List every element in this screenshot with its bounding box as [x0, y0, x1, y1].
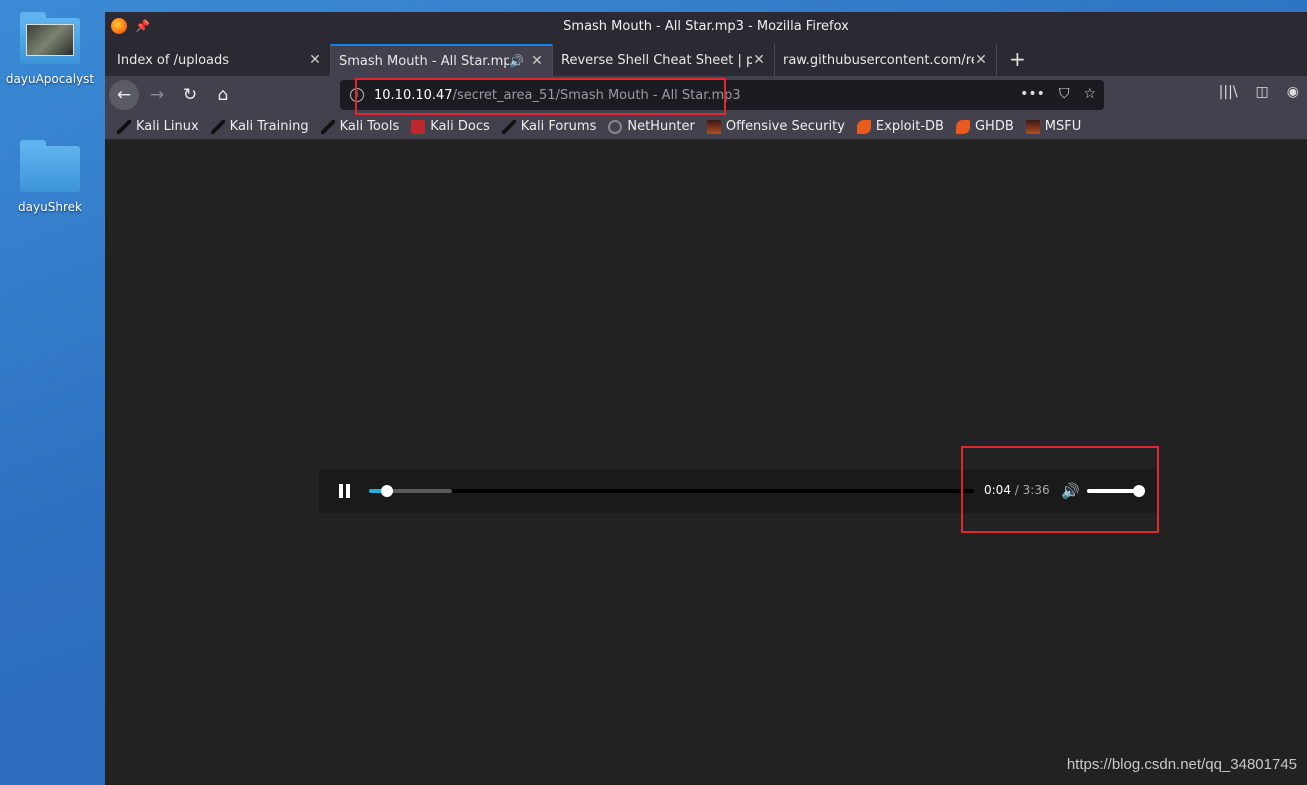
exploitdb-icon — [856, 119, 871, 134]
new-tab-button[interactable]: + — [997, 44, 1038, 76]
page-actions-icon[interactable]: ••• — [1020, 86, 1045, 102]
bookmark-label: Exploit-DB — [875, 119, 944, 134]
reload-button[interactable]: ↻ — [175, 80, 205, 110]
tab-smash-mouth[interactable]: Smash Mouth - All Star.mp3 🔊 ✕ — [331, 44, 553, 76]
tab-label: Smash Mouth - All Star.mp3 — [339, 53, 510, 69]
annotation-box-url — [355, 78, 726, 115]
bookmark-label: NetHunter — [627, 119, 695, 134]
kali-docs-icon — [411, 119, 426, 134]
desktop-icon-dayuapocalyst[interactable]: dayuApocalyst — [0, 12, 100, 86]
bookmark-label: Offensive Security — [725, 119, 845, 134]
account-icon[interactable]: ◉ — [1287, 84, 1299, 100]
offsec-icon — [1025, 119, 1040, 134]
tab-bar: Index of /uploads ✕ Smash Mouth - All St… — [105, 40, 1307, 76]
kali-icon — [117, 119, 131, 134]
bookmark-offensive-security[interactable]: Offensive Security — [706, 119, 845, 134]
folder-icon — [20, 140, 80, 192]
close-icon[interactable]: ✕ — [752, 52, 766, 68]
folder-icon — [20, 12, 80, 64]
bookmark-label: Kali Docs — [430, 119, 490, 134]
forward-button[interactable]: → — [142, 80, 172, 110]
firefox-window: 📌 Smash Mouth - All Star.mp3 - Mozilla F… — [105, 12, 1307, 785]
bookmark-star-icon[interactable]: ☆ — [1083, 86, 1096, 102]
bookmarks-toolbar: Kali Linux Kali Training Kali Tools Kali… — [105, 114, 1307, 140]
offsec-icon — [706, 119, 721, 134]
tab-label: raw.githubusercontent.com/re — [783, 52, 974, 68]
close-icon[interactable]: ✕ — [530, 53, 544, 69]
watermark: https://blog.csdn.net/qq_34801745 — [1066, 756, 1297, 773]
bookmark-kali-linux[interactable]: Kali Linux — [117, 119, 199, 134]
bookmark-ghdb[interactable]: GHDB — [955, 119, 1014, 134]
bookmark-kali-tools[interactable]: Kali Tools — [320, 119, 400, 134]
progress-thumb[interactable] — [380, 485, 393, 497]
tab-label: Reverse Shell Cheat Sheet | pe — [561, 52, 752, 68]
bookmark-label: Kali Training — [229, 119, 309, 134]
window-title: Smash Mouth - All Star.mp3 - Mozilla Fir… — [563, 19, 849, 34]
bookmark-nethunter[interactable]: NetHunter — [608, 119, 695, 134]
bookmark-kali-training[interactable]: Kali Training — [210, 119, 309, 134]
desktop-icon-label: dayuApocalyst — [5, 72, 95, 86]
bookmark-exploit-db[interactable]: Exploit-DB — [856, 119, 944, 134]
speaker-icon[interactable]: 🔊 — [509, 54, 524, 68]
exploitdb-icon — [955, 119, 970, 134]
bookmark-kali-forums[interactable]: Kali Forums — [501, 119, 597, 134]
pause-button[interactable] — [339, 484, 357, 498]
back-button[interactable]: ← — [109, 80, 139, 110]
desktop-icon-dayushrek[interactable]: dayuShrek — [0, 140, 100, 214]
bookmark-kali-docs[interactable]: Kali Docs — [411, 119, 490, 134]
bookmark-label: MSFU — [1044, 119, 1082, 134]
pocket-icon[interactable]: ⛉ — [1059, 86, 1070, 102]
close-icon[interactable]: ✕ — [974, 52, 988, 68]
title-bar: 📌 Smash Mouth - All Star.mp3 - Mozilla F… — [105, 12, 1307, 40]
sidebar-icon[interactable]: ◫ — [1256, 84, 1269, 100]
tab-label: Index of /uploads — [117, 52, 230, 68]
bookmark-label: Kali Forums — [520, 119, 597, 134]
kali-icon — [501, 119, 516, 134]
nethunter-icon — [608, 119, 623, 134]
tab-index-uploads[interactable]: Index of /uploads ✕ — [109, 44, 331, 76]
annotation-box-time — [961, 446, 1159, 533]
tab-reverse-shell[interactable]: Reverse Shell Cheat Sheet | pe ✕ — [553, 44, 775, 76]
home-button[interactable]: ⌂ — [208, 80, 238, 110]
desktop-icon-label: dayuShrek — [18, 200, 82, 214]
tab-raw-github[interactable]: raw.githubusercontent.com/re ✕ — [775, 44, 997, 76]
bookmark-msfu[interactable]: MSFU — [1025, 119, 1082, 134]
progress-bar[interactable] — [369, 485, 974, 497]
kali-icon — [210, 119, 225, 134]
close-icon[interactable]: ✕ — [308, 52, 322, 68]
library-icon[interactable]: |||\ — [1219, 84, 1238, 100]
bookmark-label: GHDB — [974, 119, 1014, 134]
bookmark-label: Kali Linux — [136, 119, 199, 134]
desktop: dayuApocalyst dayuShrek — [0, 0, 105, 785]
kali-icon — [320, 119, 335, 134]
bookmark-label: Kali Tools — [339, 119, 400, 134]
